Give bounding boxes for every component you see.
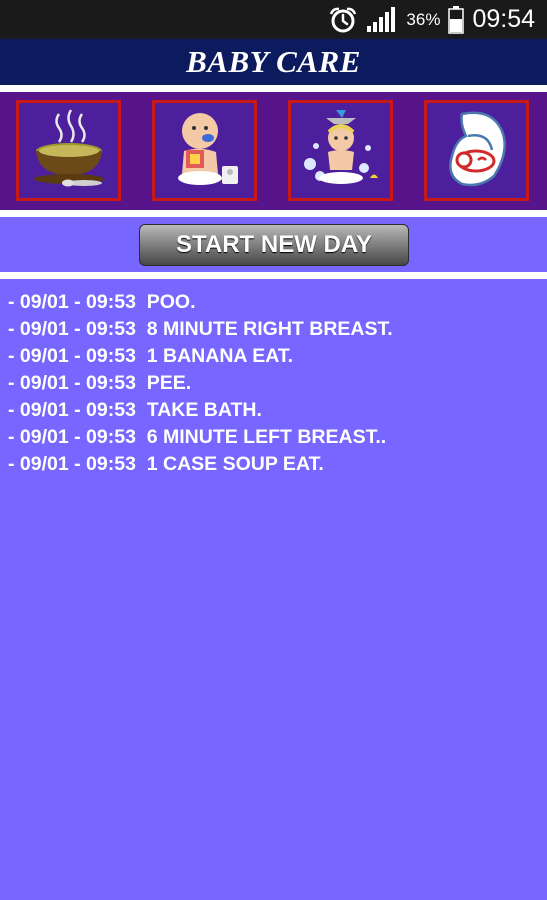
log-entry: - 09/01 - 09:53 1 CASE SOUP EAT.	[8, 453, 324, 475]
log-entry: - 09/01 - 09:53 8 MINUTE RIGHT BREAST.	[8, 318, 393, 340]
signal-icon	[366, 6, 398, 33]
start-button-row: START NEW DAY	[0, 217, 547, 272]
app-header: BABY CARE	[0, 39, 547, 85]
log-entry: - 09/01 - 09:53 POO.	[8, 291, 196, 313]
log-entry: - 09/01 - 09:53 6 MINUTE LEFT BREAST..	[8, 426, 387, 448]
app-title: BABY CARE	[186, 44, 361, 79]
status-bar: 36% 09:54	[0, 0, 547, 39]
soup-button[interactable]	[16, 100, 121, 201]
potty-button[interactable]	[152, 100, 257, 201]
action-icon-strip	[0, 92, 547, 210]
breastfeeding-icon	[432, 106, 522, 196]
baby-bath-icon	[296, 106, 386, 196]
alarm-clock-icon	[328, 6, 358, 34]
bath-button[interactable]	[288, 100, 393, 201]
activity-log: - 09/01 - 09:53 POO. - 09/01 - 09:53 8 M…	[8, 289, 538, 478]
log-entry: - 09/01 - 09:53 1 BANANA EAT.	[8, 345, 294, 367]
battery-icon	[448, 5, 465, 34]
divider	[0, 272, 547, 279]
baby-potty-icon	[160, 106, 250, 196]
battery-percent: 36%	[406, 9, 441, 29]
log-entry: - 09/01 - 09:53 TAKE BATH.	[8, 399, 262, 421]
clock: 09:54	[472, 5, 535, 33]
soup-bowl-icon	[24, 106, 114, 196]
breastfeed-button[interactable]	[424, 100, 529, 201]
divider	[0, 210, 547, 217]
log-entry: - 09/01 - 09:53 PEE.	[8, 372, 192, 394]
start-new-day-button[interactable]: START NEW DAY	[139, 224, 409, 266]
divider	[0, 85, 547, 92]
